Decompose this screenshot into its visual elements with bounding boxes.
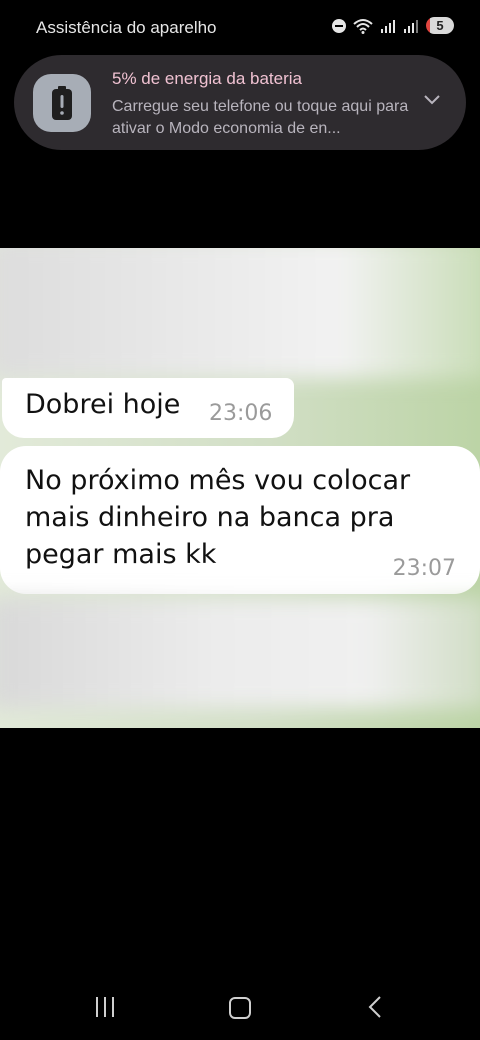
notification-title: 5% de energia da bateria (112, 69, 302, 88)
message-text: Dobrei hoje (25, 389, 181, 420)
message-bubble: Dobrei hoje 23:06 (2, 378, 294, 438)
notification-body: Carregue seu telefone ou toque aqui para… (112, 98, 409, 137)
chevron-down-icon[interactable] (424, 95, 440, 105)
message-time: 23:06 (209, 401, 273, 426)
message-time: 23:07 (392, 556, 456, 581)
recent-apps-icon[interactable] (95, 997, 115, 1017)
home-icon[interactable] (229, 997, 251, 1019)
chat-screenshot: Dobrei hoje 23:06 No próximo mês vou col… (0, 248, 480, 728)
do-not-disturb-icon (332, 18, 346, 33)
status-app-title: Assistência do aparelho (36, 18, 217, 37)
wifi-icon (353, 18, 373, 34)
battery-icon: 5 (426, 17, 454, 34)
signal-icon (404, 19, 418, 33)
back-icon[interactable] (368, 996, 382, 1018)
message-bubble: No próximo mês vou colocar mais dinheiro… (0, 446, 480, 594)
battery-notification[interactable]: 5% de energia da bateria Carregue seu te… (14, 55, 466, 150)
navigation-bar (0, 980, 480, 1040)
battery-alert-icon (33, 74, 91, 132)
status-icons: 5 (332, 17, 454, 34)
signal-icon (381, 19, 395, 33)
blurred-message (0, 248, 480, 378)
blurred-message (0, 598, 480, 708)
status-bar: Assistência do aparelho 5 (0, 0, 480, 56)
